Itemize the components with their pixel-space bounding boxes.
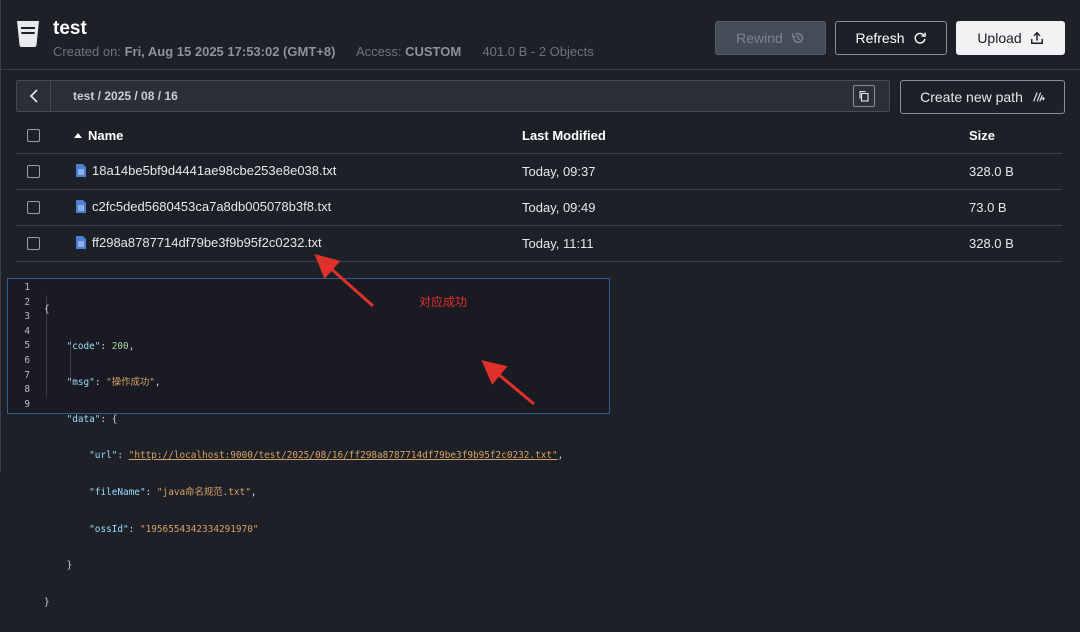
object-table: Name Last Modified Size 18a14be5bf9d4441…: [16, 118, 1062, 262]
file-name-cell[interactable]: 18a14be5bf9d4441ae98cbe253e8e038.txt: [76, 163, 336, 178]
table-row[interactable]: ff298a8787714df79be3f9b95f2c0232.txt Tod…: [16, 226, 1062, 262]
url-link: "http://localhost:9000/test/2025/08/16/f…: [128, 450, 558, 462]
bucket-header: test Created on: Fri, Aug 15 2025 17:53:…: [1, 0, 1080, 70]
bucket-name: test: [53, 18, 87, 39]
table-row[interactable]: 18a14be5bf9d4441ae98cbe253e8e038.txt Tod…: [16, 154, 1062, 190]
refresh-icon: [914, 32, 926, 44]
back-button[interactable]: [17, 81, 51, 111]
bucket-usage: 401.0 B - 2 Objects: [482, 44, 594, 59]
copy-icon: [859, 90, 869, 102]
history-icon: [791, 32, 803, 44]
create-new-path-label: Create new path: [920, 89, 1023, 105]
column-name-label: Name: [88, 128, 124, 143]
file-size: 73.0 B: [969, 200, 1007, 215]
column-name[interactable]: Name: [74, 128, 123, 143]
file-size: 328.0 B: [969, 236, 1014, 251]
breadcrumb[interactable]: test / 2025 / 08 / 16: [73, 89, 178, 103]
upload-label: Upload: [977, 30, 1022, 46]
file-icon: [76, 164, 86, 177]
table-row[interactable]: c2fc5ded5680453ca7a8db005078b3f8.txt Tod…: [16, 190, 1062, 226]
rewind-button[interactable]: Rewind: [715, 21, 826, 55]
upload-icon: [1030, 31, 1043, 44]
access-value: CUSTOM: [405, 44, 462, 59]
select-all-checkbox[interactable]: [27, 129, 40, 142]
json-response-panel: 123 456 789 { "code": 200, "msg": "操作成功"…: [7, 278, 610, 608]
object-browser: test Created on: Fri, Aug 15 2025 17:53:…: [0, 0, 1080, 608]
created-label: Created on:: [53, 44, 121, 59]
column-size[interactable]: Size: [969, 128, 995, 143]
sort-asc-icon: [74, 133, 82, 139]
file-name-cell[interactable]: c2fc5ded5680453ca7a8db005078b3f8.txt: [76, 199, 331, 214]
annotation-label: 对应成功: [419, 295, 468, 309]
bucket-meta: Created on: Fri, Aug 15 2025 17:53:02 (G…: [53, 44, 594, 59]
file-name: c2fc5ded5680453ca7a8db005078b3f8.txt: [92, 199, 332, 214]
created-value: Fri, Aug 15 2025 17:53:02 (GMT+8): [124, 44, 336, 59]
table-header: Name Last Modified Size: [16, 118, 1062, 154]
file-icon: [76, 200, 86, 213]
bucket-icon: [17, 21, 39, 47]
file-name: ff298a8787714df79be3f9b95f2c0232.txt: [92, 235, 322, 250]
row-checkbox[interactable]: [27, 201, 40, 214]
refresh-label: Refresh: [855, 30, 905, 46]
line-numbers: 123 456 789: [24, 282, 30, 410]
last-modified: Today, 09:49: [522, 200, 596, 215]
column-last-modified[interactable]: Last Modified: [522, 128, 606, 143]
file-name-cell[interactable]: ff298a8787714df79be3f9b95f2c0232.txt: [76, 235, 322, 250]
last-modified: Today, 09:37: [522, 164, 596, 179]
code-lines: { "code": 200, "msg": "操作成功", "data": { …: [44, 304, 564, 608]
file-name: 18a14be5bf9d4441ae98cbe253e8e038.txt: [92, 163, 337, 178]
file-size: 328.0 B: [969, 164, 1014, 179]
rewind-label: Rewind: [736, 30, 783, 46]
create-new-path-button[interactable]: Create new path: [900, 80, 1065, 114]
row-checkbox[interactable]: [27, 165, 40, 178]
path-breadcrumb-bar: test / 2025 / 08 / 16: [16, 80, 890, 112]
row-checkbox[interactable]: [27, 237, 40, 250]
last-modified: Today, 11:11: [522, 236, 594, 251]
chevron-left-icon: [29, 89, 38, 103]
access-label: Access:: [355, 44, 402, 59]
refresh-button[interactable]: Refresh: [835, 21, 947, 55]
new-path-icon: [1032, 92, 1045, 102]
upload-button[interactable]: Upload: [956, 21, 1065, 55]
copy-path-button[interactable]: [853, 85, 875, 107]
file-icon: [76, 236, 86, 249]
